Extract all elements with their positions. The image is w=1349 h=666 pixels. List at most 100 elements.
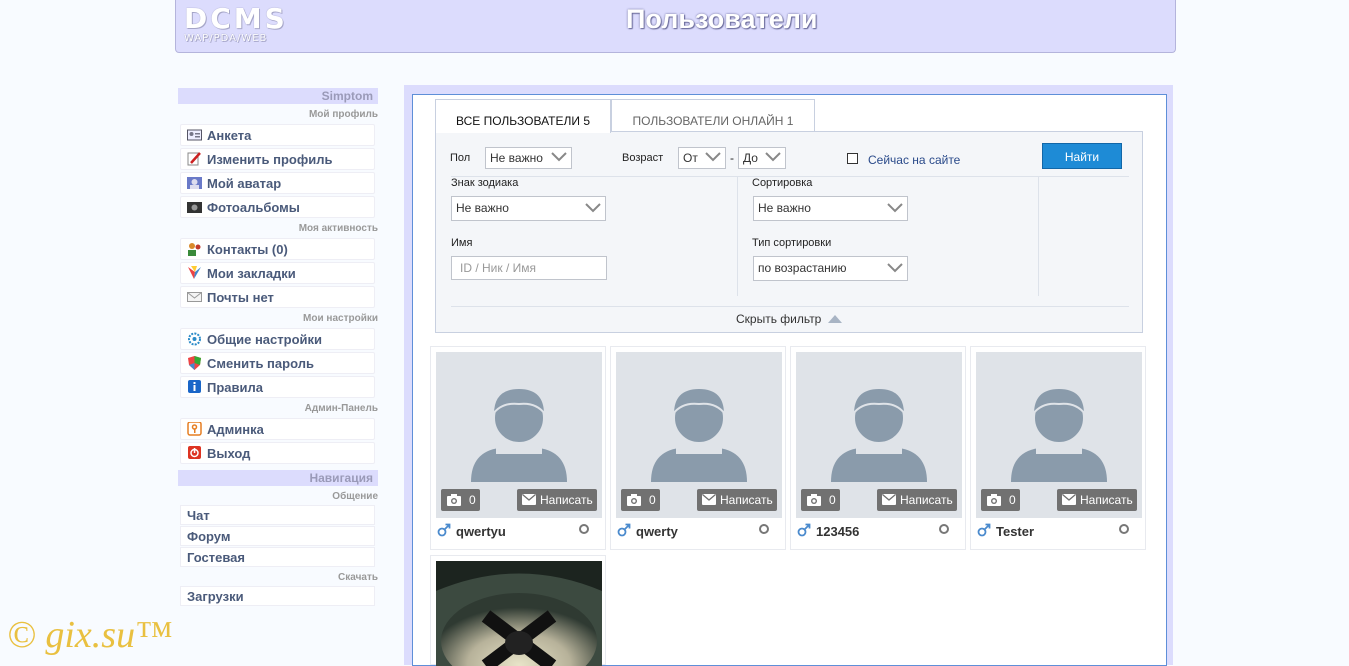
sidebar-item-logout[interactable]: Выход <box>180 442 375 464</box>
sidebar-item-label: Правила <box>207 380 263 395</box>
write-message-button[interactable]: Написать <box>517 489 597 511</box>
bookmark-icon <box>188 266 201 279</box>
sidebar-item-anketa[interactable]: Анкета <box>180 124 375 146</box>
envelope-icon <box>1062 494 1076 505</box>
sidebar-item-settings[interactable]: Общие настройки <box>180 328 375 350</box>
user-card[interactable]: 0 Написать Tester <box>970 346 1146 550</box>
photo-count: 0 <box>829 493 836 507</box>
username[interactable]: qwertyu <box>456 524 506 539</box>
male-icon <box>797 523 811 537</box>
mail-icon <box>187 292 202 302</box>
chevron-down-icon <box>887 203 903 213</box>
section-heading-activity: Моя активность <box>298 223 378 234</box>
male-icon <box>977 523 991 537</box>
male-icon <box>617 523 631 537</box>
sidebar-title: Simptom <box>178 88 378 104</box>
photo-count-badge[interactable]: 0 <box>621 489 660 511</box>
sidebar-item-guestbook[interactable]: Гостевая <box>180 547 375 567</box>
section-heading-settings: Мои настройки <box>303 313 378 324</box>
tab-online-users[interactable]: ПОЛЬЗОВАТЕЛИ ОНЛАЙН 1 <box>611 99 815 131</box>
write-message-button[interactable]: Написать <box>697 489 777 511</box>
envelope-icon <box>522 494 536 505</box>
chevron-up-icon <box>828 315 842 323</box>
photo-count: 0 <box>649 493 656 507</box>
sidebar: Simptom Мой профиль Анкета Изменить проф… <box>178 88 378 607</box>
sidebar-item-label: Админка <box>207 422 264 437</box>
avatar-icon <box>187 177 202 189</box>
camera-icon <box>447 494 461 506</box>
age-to-select[interactable]: До <box>738 147 786 169</box>
zodiac-select[interactable]: Не важно <box>451 196 606 221</box>
find-button[interactable]: Найти <box>1042 143 1122 169</box>
username[interactable]: qwerty <box>636 524 678 539</box>
site-logo[interactable]: DCMS WAP/PDA/WEB <box>184 4 288 44</box>
power-icon <box>188 446 201 459</box>
online-checkbox-label[interactable]: Сейчас на сайте <box>868 153 960 167</box>
user-card[interactable] <box>430 555 606 666</box>
sort-type-select[interactable]: по возрастанию <box>753 256 908 281</box>
write-message-button[interactable]: Написать <box>877 489 957 511</box>
section-heading-admin: Админ-Панель <box>304 403 378 414</box>
age-to-value: До <box>743 151 758 165</box>
online-checkbox[interactable] <box>847 153 858 164</box>
section-heading-download: Скачать <box>338 572 378 583</box>
sidebar-item-label: Почты нет <box>207 290 274 305</box>
logo-subtext: WAP/PDA/WEB <box>184 33 268 44</box>
sidebar-item-label: Изменить профиль <box>207 152 333 167</box>
sort-select-value: Не важно <box>758 201 811 215</box>
sidebar-item-label: Анкета <box>207 128 252 143</box>
sidebar-item-rules[interactable]: Правила <box>180 376 375 398</box>
user-card[interactable]: 0 Написать 123456 <box>790 346 966 550</box>
gender-select[interactable]: Не важно <box>485 147 572 169</box>
zodiac-select-value: Не важно <box>456 201 509 215</box>
user-card[interactable]: 0 Написать qwertyu <box>430 346 606 550</box>
sidebar-item-contacts[interactable]: Контакты (0) <box>180 238 375 260</box>
camera-icon <box>187 202 202 213</box>
page-title: Пользователи <box>626 4 818 34</box>
navigation-title: Навигация <box>178 470 378 486</box>
sidebar-item-label: Мои закладки <box>207 266 296 281</box>
sidebar-item-edit-profile[interactable]: Изменить профиль <box>180 148 375 170</box>
sidebar-item-forum[interactable]: Форум <box>180 526 375 546</box>
sort-type-label: Тип сортировки <box>752 237 832 249</box>
chevron-down-icon <box>765 152 781 162</box>
sidebar-item-password[interactable]: Сменить пароль <box>180 352 375 374</box>
sidebar-item-label: Выход <box>207 446 251 461</box>
photo-count-badge[interactable]: 0 <box>981 489 1020 511</box>
sidebar-item-mail[interactable]: Почты нет <box>180 286 375 308</box>
tab-all-users[interactable]: ВСЕ ПОЛЬЗОВАТЕЛИ 5 <box>435 99 611 133</box>
sort-select[interactable]: Не важно <box>753 196 908 221</box>
age-from-select[interactable]: От <box>678 147 726 169</box>
filter-divider <box>737 176 738 296</box>
sort-type-select-value: по возрастанию <box>758 261 847 275</box>
sidebar-item-bookmarks[interactable]: Мои закладки <box>180 262 375 284</box>
section-heading-profile: Мой профиль <box>308 109 378 120</box>
name-search-input[interactable]: ID / Ник / Имя <box>451 256 607 280</box>
user-card[interactable]: 0 Написать qwerty <box>610 346 786 550</box>
write-message-label: Написать <box>720 493 773 507</box>
photo-count-badge[interactable]: 0 <box>441 489 480 511</box>
write-message-button[interactable]: Написать <box>1057 489 1137 511</box>
envelope-icon <box>702 494 716 505</box>
gender-select-value: Не важно <box>490 151 543 165</box>
photo-count: 0 <box>469 493 476 507</box>
sidebar-item-downloads[interactable]: Загрузки <box>180 586 375 606</box>
online-status-indicator <box>939 524 949 534</box>
gear-icon <box>188 332 201 346</box>
username[interactable]: Tester <box>996 524 1034 539</box>
sidebar-item-admin[interactable]: Админка <box>180 418 375 440</box>
camera-icon <box>807 494 821 506</box>
photo-count-badge[interactable]: 0 <box>801 489 840 511</box>
age-label: Возраст <box>622 152 664 164</box>
sidebar-item-avatar[interactable]: Мой аватар <box>180 172 375 194</box>
photo-count: 0 <box>1009 493 1016 507</box>
sidebar-item-albums[interactable]: Фотоальбомы <box>180 196 375 218</box>
camera-icon <box>987 494 1001 506</box>
edit-icon <box>187 152 201 166</box>
camera-icon <box>627 494 641 506</box>
watermark: © gix.su™ <box>7 614 173 656</box>
sidebar-item-chat[interactable]: Чат <box>180 505 375 525</box>
logo-text: DCMS <box>184 2 288 35</box>
username[interactable]: 123456 <box>816 524 859 539</box>
hide-filter-link[interactable]: Скрыть фильтр <box>736 312 842 326</box>
